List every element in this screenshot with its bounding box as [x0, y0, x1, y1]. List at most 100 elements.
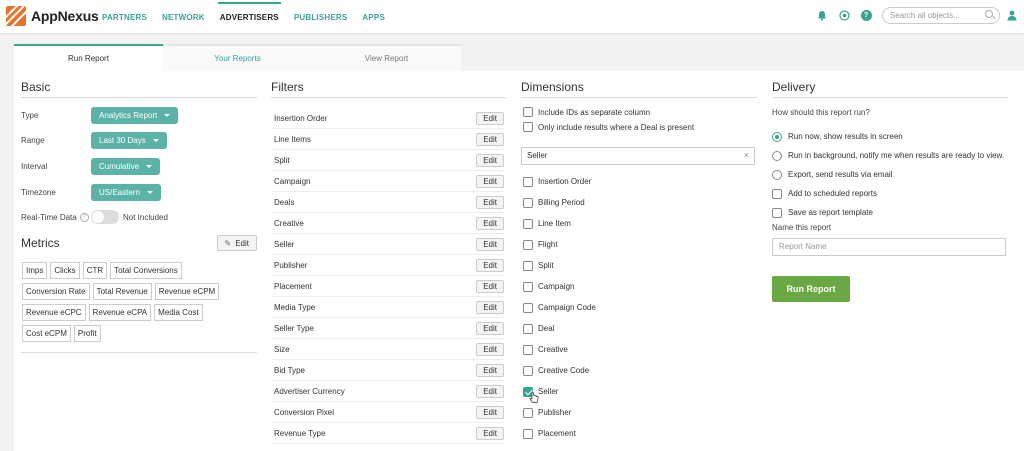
dimension-item[interactable]: Line Item — [521, 213, 757, 234]
delivery-radio[interactable] — [772, 150, 782, 161]
nav-apps[interactable]: APPS — [362, 13, 385, 22]
dimension-item[interactable]: Billing Period — [521, 192, 757, 213]
dimension-checkbox[interactable] — [523, 260, 533, 271]
dimension-checkbox[interactable] — [523, 197, 533, 208]
metric-chip: Total Revenue — [92, 283, 152, 300]
save-template-label: Save as report template — [788, 208, 873, 217]
dimension-item[interactable]: Flight — [521, 234, 757, 255]
include-ids-option[interactable]: Include IDs as separate column — [521, 104, 757, 120]
delivery-radio[interactable] — [772, 169, 782, 180]
nav-advertisers[interactable]: ADVERTISERS — [217, 2, 281, 22]
range-dropdown[interactable]: Last 30 Days — [91, 132, 167, 149]
dimension-checkbox[interactable] — [523, 344, 533, 355]
metric-chip: Media Cost — [154, 304, 203, 321]
metric-chip: Revenue eCPC — [22, 304, 86, 321]
dimension-item[interactable]: Deal — [521, 318, 757, 339]
tab-your-reports[interactable]: Your Reports — [163, 44, 312, 71]
dimension-item[interactable]: Placement — [521, 423, 757, 444]
dimension-checkbox[interactable] — [523, 323, 533, 334]
dimension-item[interactable]: Insertion Order — [521, 171, 757, 192]
dimension-label: Creative — [538, 345, 568, 354]
globe-icon[interactable] — [838, 10, 850, 22]
dimension-checkbox[interactable] — [523, 239, 533, 250]
dimension-item[interactable]: Split — [521, 255, 757, 276]
filter-edit-button[interactable]: Edit — [476, 363, 504, 377]
tab-run-report[interactable]: Run Report — [14, 44, 163, 71]
filter-edit-button[interactable]: Edit — [476, 216, 504, 230]
interval-value: Cumulative — [99, 162, 140, 171]
filter-edit-button[interactable]: Edit — [476, 153, 504, 167]
delivery-option[interactable]: Run in background, notify me when result… — [772, 146, 1008, 165]
dimension-checkbox[interactable] — [523, 281, 533, 292]
search-icon — [985, 10, 993, 18]
filter-edit-button[interactable]: Edit — [476, 237, 504, 251]
delivery-option[interactable]: Export, send results via email — [772, 165, 1008, 184]
filter-edit-button[interactable]: Edit — [476, 174, 504, 188]
dimension-checkbox[interactable] — [523, 302, 533, 313]
search-input[interactable]: Search all objects... — [882, 7, 1000, 24]
filter-edit-button[interactable]: Edit — [476, 426, 504, 440]
dimension-checkbox[interactable] — [523, 218, 533, 229]
notification-bell-icon[interactable] — [816, 10, 828, 22]
dimension-search-value: Seller — [527, 151, 548, 160]
filter-edit-button[interactable]: Edit — [476, 111, 504, 125]
realtime-toggle[interactable] — [91, 210, 119, 224]
filter-edit-button[interactable]: Edit — [476, 405, 504, 419]
type-dropdown[interactable]: Analytics Report — [91, 107, 179, 124]
filter-edit-button[interactable]: Edit — [476, 342, 504, 356]
run-report-button[interactable]: Run Report — [772, 276, 850, 302]
include-ids-checkbox[interactable] — [523, 107, 533, 117]
tab-view-report[interactable]: View Report — [312, 44, 461, 71]
realtime-label-wrap: Real-Time Data? — [21, 212, 91, 222]
deal-only-checkbox[interactable] — [523, 122, 533, 132]
nav-partners[interactable]: PARTNERS — [102, 13, 147, 22]
dimension-label: Deal — [538, 324, 555, 333]
dimension-checkbox[interactable] — [523, 428, 533, 439]
delivery-option[interactable]: Run now, show results in screen — [772, 127, 1008, 146]
dimension-item[interactable]: Publisher — [521, 402, 757, 423]
dimension-checkbox[interactable] — [523, 365, 533, 376]
nav-network[interactable]: NETWORK — [162, 13, 205, 22]
filter-edit-button[interactable]: Edit — [476, 384, 504, 398]
dimensions-column: Dimensions Include IDs as separate colum… — [521, 80, 757, 444]
appnexus-logo[interactable]: AppNexus — [6, 6, 99, 26]
dimension-item[interactable]: Campaign Code — [521, 297, 757, 318]
timezone-dropdown[interactable]: US/Eastern — [91, 184, 161, 201]
delivery-radio[interactable] — [772, 131, 782, 142]
deal-only-option[interactable]: Only include results where a Deal is pre… — [521, 120, 757, 134]
interval-dropdown[interactable]: Cumulative — [91, 158, 161, 175]
dimension-checkbox[interactable] — [523, 176, 533, 187]
save-template-option[interactable]: Save as report template — [772, 203, 1008, 222]
dimension-label: Split — [538, 261, 554, 270]
add-scheduled-label: Add to scheduled reports — [788, 189, 877, 198]
dimension-item[interactable]: Seller — [521, 381, 757, 403]
user-icon[interactable] — [1006, 10, 1018, 22]
filter-edit-button[interactable]: Edit — [476, 279, 504, 293]
save-template-checkbox[interactable] — [772, 207, 782, 218]
help-icon[interactable]: ? — [79, 212, 89, 222]
report-name-input[interactable]: Report Name — [772, 238, 1006, 256]
filter-edit-button[interactable]: Edit — [476, 195, 504, 209]
filter-label: Deals — [274, 197, 295, 207]
nav-publishers[interactable]: PUBLISHERS — [294, 13, 348, 22]
dimension-search-input[interactable]: Seller × — [521, 147, 755, 165]
delivery-options: Run now, show results in screen Run in ba… — [772, 127, 1008, 184]
filter-edit-button[interactable]: Edit — [476, 132, 504, 146]
add-scheduled-option[interactable]: Add to scheduled reports — [772, 184, 1008, 203]
dimension-checkbox[interactable] — [523, 407, 533, 418]
filter-edit-button[interactable]: Edit — [476, 321, 504, 335]
dimension-item[interactable]: Campaign — [521, 276, 757, 297]
filter-label: Advertiser Currency — [274, 386, 345, 396]
dimension-item[interactable]: Creative Code — [521, 360, 757, 381]
metrics-edit-button[interactable]: ✎ Edit — [216, 235, 257, 251]
clear-icon[interactable]: × — [744, 150, 749, 160]
filter-edit-button[interactable]: Edit — [476, 258, 504, 272]
dimensions-title: Dimensions — [521, 80, 757, 98]
filter-label: Media Type — [274, 302, 316, 312]
dimension-item[interactable]: Creative — [521, 339, 757, 360]
help-icon[interactable]: ? — [860, 10, 872, 22]
metric-chip: Profit — [73, 325, 101, 342]
add-scheduled-checkbox[interactable] — [772, 188, 782, 199]
filter-edit-button[interactable]: Edit — [476, 300, 504, 314]
filters-column: Filters Insertion Order Edit Line Items Edi… — [271, 80, 506, 444]
